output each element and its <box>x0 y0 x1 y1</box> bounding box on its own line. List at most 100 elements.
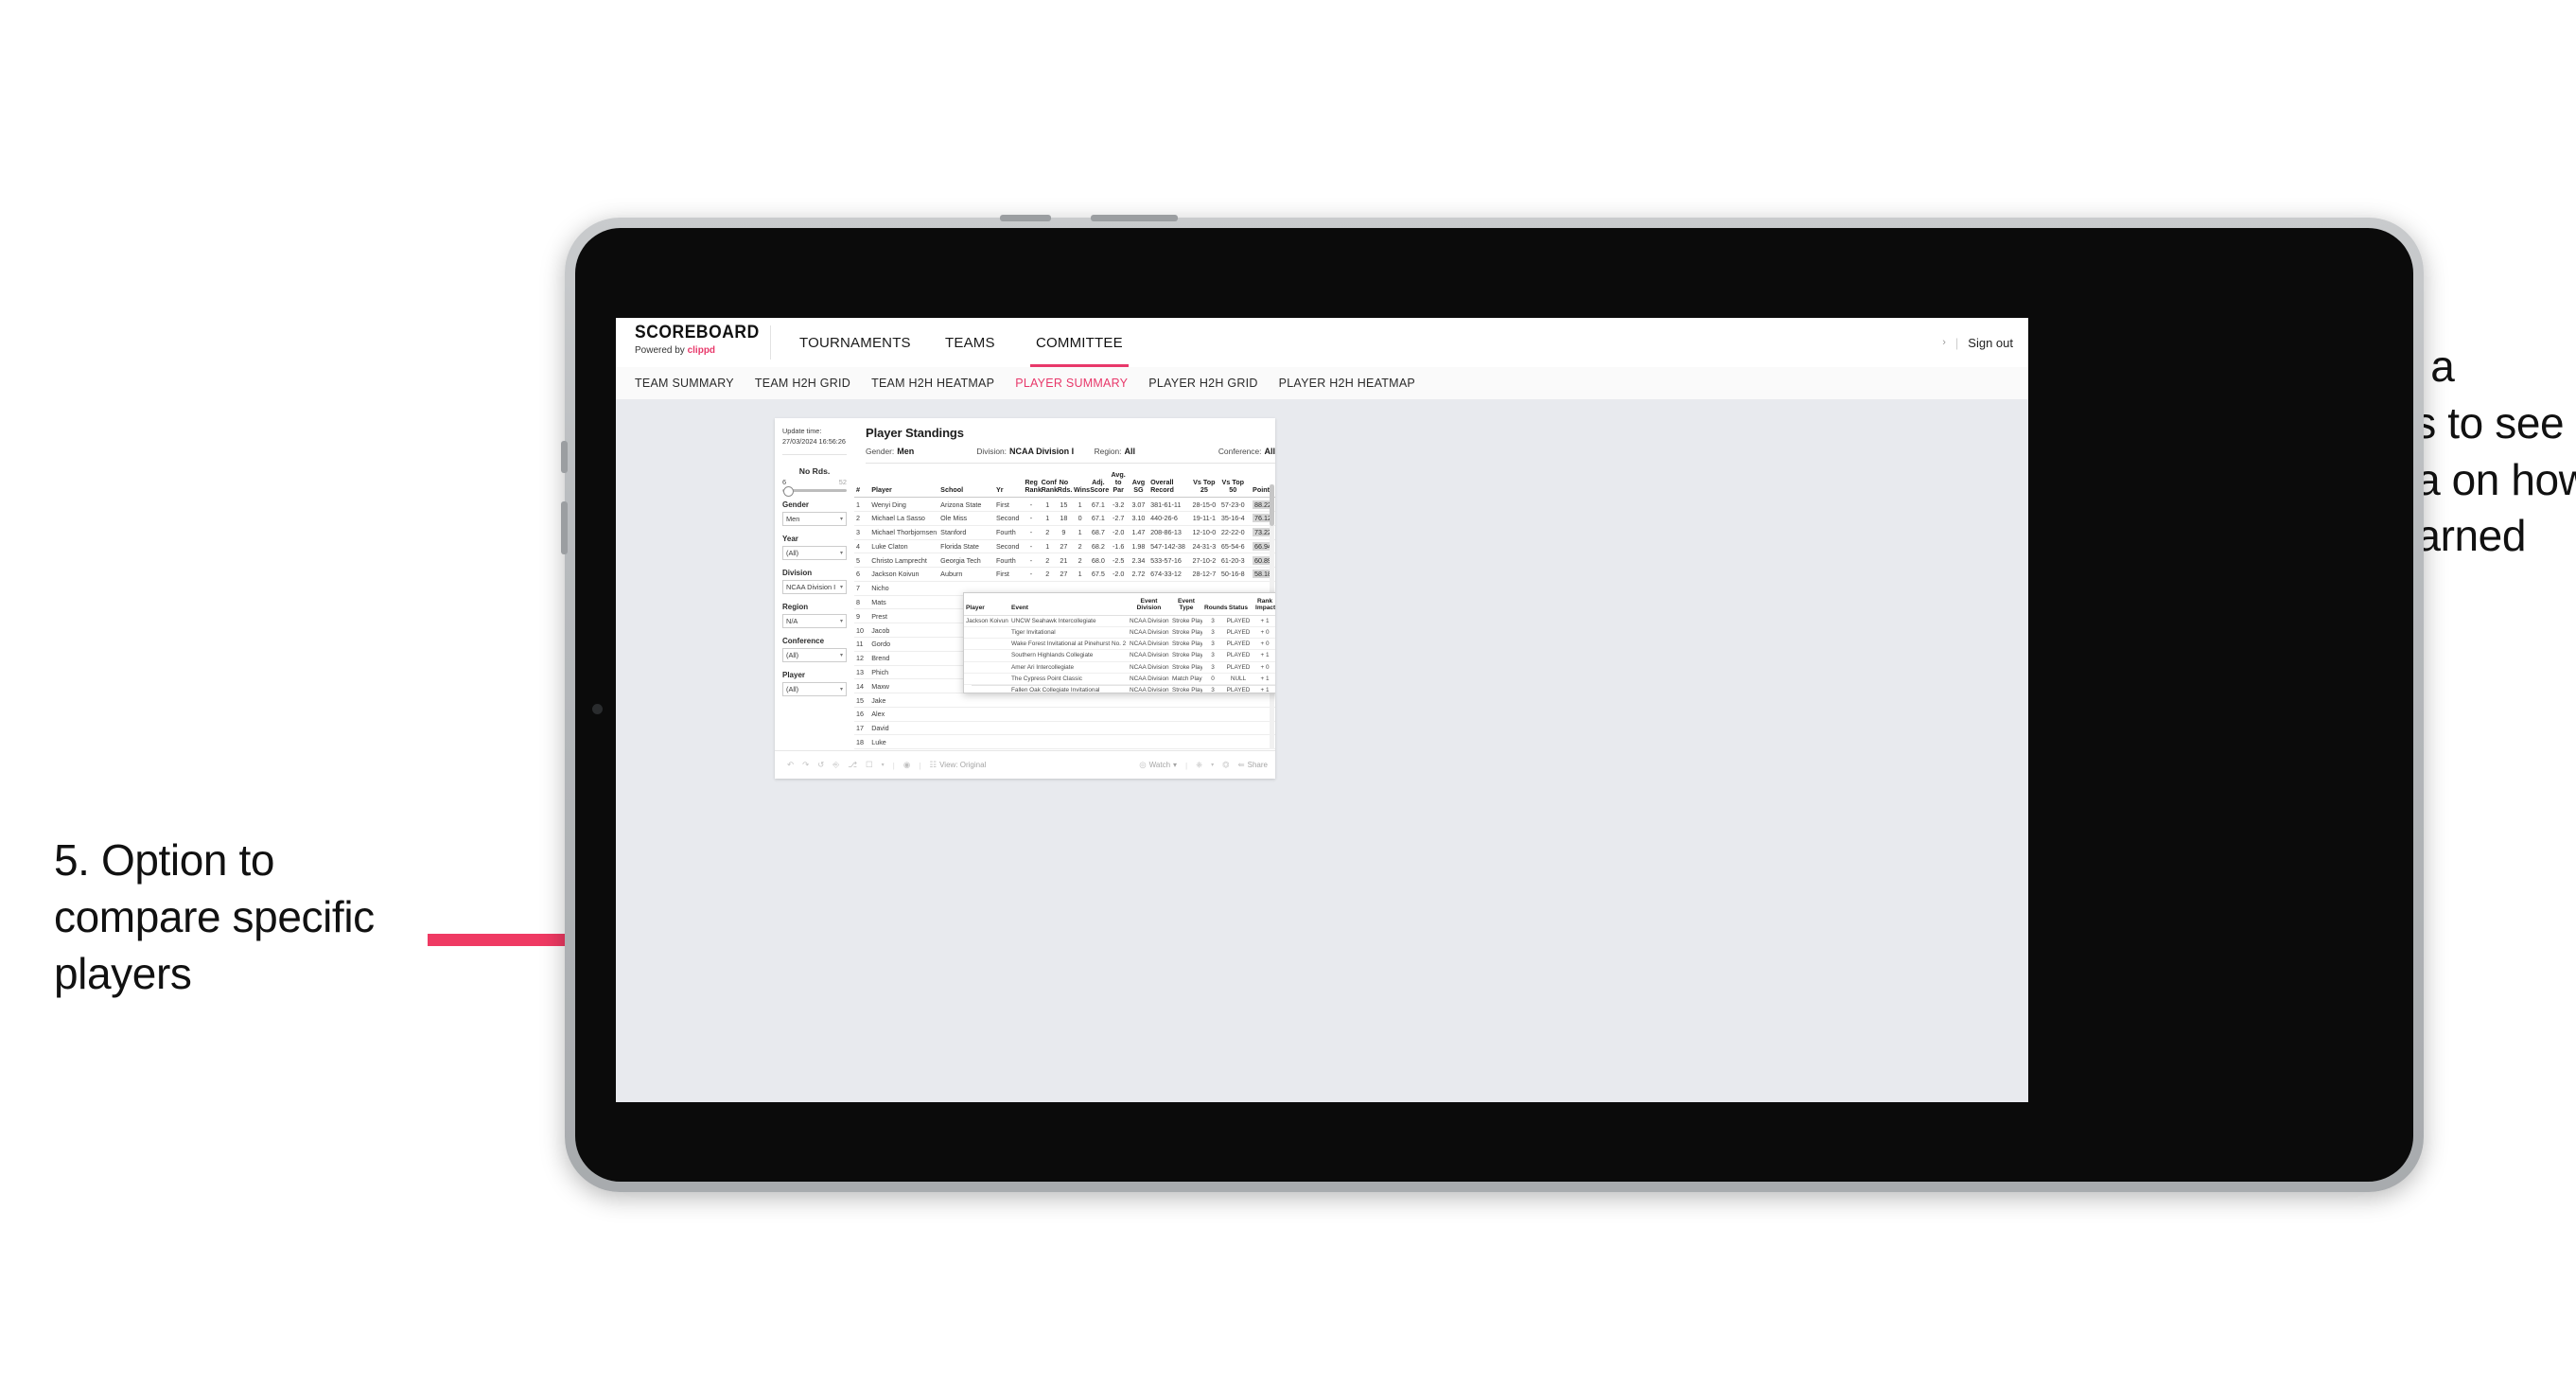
filter-conference-select[interactable]: (All) ▾ <box>782 648 847 663</box>
front-camera <box>592 704 603 714</box>
col-header-11[interactable]: Overall Record <box>1148 471 1190 499</box>
col-header-10[interactable]: Avg SG <box>1128 471 1149 499</box>
table-row[interactable]: 15 Jake <box>854 693 1275 708</box>
tablet-side-button-1 <box>561 441 568 473</box>
col-header-4[interactable]: Reg Rank <box>1023 471 1042 499</box>
tooltip-cell-rounds: 3 <box>1202 684 1223 693</box>
nav-tab-committee[interactable]: COMMITTEE <box>1023 318 1136 367</box>
filter-year: Year (All) ▾ <box>782 535 847 561</box>
cell-conf <box>1039 734 1056 749</box>
tooltip-cell-division: NCAA Division I <box>1128 638 1170 650</box>
filter-year-select[interactable]: (All) ▾ <box>782 546 847 561</box>
table-row[interactable]: 16 Alex <box>854 706 1275 722</box>
subtab-team-h2h-heatmap[interactable]: TEAM H2H HEATMAP <box>871 377 994 390</box>
table-row[interactable]: 2 Michael La Sasso Ole Miss Second -1 18 0 67.1… <box>854 510 1275 526</box>
chevron-down-icon: ▾ <box>839 585 843 591</box>
app-logo[interactable]: SCOREBOARD Powered by clippd <box>635 324 760 356</box>
cell-yr <box>993 734 1024 749</box>
standings-table-wrap[interactable]: # Player School Yr Reg Rank Conf Rank No Rds. Wins… <box>854 471 1275 751</box>
revert-icon[interactable]: ↺ <box>817 760 824 770</box>
tooltip-cell-impact: + 0 <box>1253 625 1275 639</box>
watch-button[interactable]: ◎ Watch ▾ <box>1139 760 1177 770</box>
vertical-scrollbar-thumb[interactable] <box>1270 484 1274 526</box>
table-row[interactable]: 1 Wenyi Ding Arizona State First -1 15 1 67.1 -3… <box>854 497 1275 512</box>
cell-reg <box>1023 734 1040 749</box>
cell-par: -2.0 <box>1108 524 1129 540</box>
cell-reg: - <box>1023 567 1040 582</box>
chevron-right-icon[interactable]: › <box>1942 337 1946 348</box>
share-button[interactable]: ⇚ Share <box>1238 760 1268 770</box>
download-icon[interactable]: ⎈ <box>1196 760 1202 770</box>
tooltip-cell-type: Stroke Play <box>1172 617 1202 624</box>
undo-icon[interactable]: ↶ <box>787 760 794 770</box>
tablet-device-frame: SCOREBOARD Powered by clippd TOURNAMENTS… <box>561 215 2424 1192</box>
browser-viewport: SCOREBOARD Powered by clippd TOURNAMENTS… <box>616 318 2028 1102</box>
col-header-13[interactable]: Vs Top 50 <box>1218 471 1248 499</box>
cell-n: 13 <box>854 664 870 679</box>
slider-handle[interactable] <box>783 486 794 498</box>
tooltip-cell-rounds: 3 <box>1202 638 1223 650</box>
subtab-team-summary[interactable]: TEAM SUMMARY <box>635 377 734 390</box>
view-original-button[interactable]: ☷ View: Original <box>929 760 986 770</box>
table-row[interactable]: 5 Christo Lamprecht Georgia Tech Fourth -2 21… <box>854 553 1275 568</box>
subtab-player-h2h-heatmap[interactable]: PLAYER H2H HEATMAP <box>1279 377 1415 390</box>
filter-year-value: (All) <box>786 549 799 558</box>
table-row[interactable]: 18 Luke <box>854 734 1275 749</box>
table-row[interactable]: 4 Luke Claton Florida State Second -1 27 2 68.2… <box>854 538 1275 553</box>
sign-out-button[interactable]: Sign out <box>1968 336 2013 350</box>
subtab-team-h2h-grid[interactable]: TEAM H2H GRID <box>755 377 850 390</box>
chevron-down-icon: ▾ <box>839 517 843 523</box>
filter-player-select[interactable]: (All) ▾ <box>782 682 847 697</box>
tooltip-row: Southern Highlands Collegiate NCAA Divisi… <box>964 649 1275 662</box>
col-header-7[interactable]: Wins <box>1072 471 1090 499</box>
table-row[interactable]: 3 Michael Thorbjornsen Stanford Fourth -2 9 1 6… <box>854 524 1275 540</box>
toolbar-separator-2: | <box>919 760 921 770</box>
col-header-3[interactable]: Yr <box>993 471 1024 499</box>
tablet-top-button-2 <box>1091 215 1178 221</box>
cell-n: 3 <box>854 524 870 540</box>
alerts-caret-icon[interactable]: ▾ <box>882 762 885 768</box>
filter-gender-select[interactable]: Men ▾ <box>782 512 847 527</box>
col-header-2[interactable]: School <box>938 471 994 499</box>
pause-updates-icon[interactable]: ⎇ <box>848 760 857 770</box>
alerts-icon[interactable]: ☐ <box>866 760 873 770</box>
col-header-6[interactable]: No Rds. <box>1055 471 1072 499</box>
subtab-player-summary[interactable]: PLAYER SUMMARY <box>1015 377 1128 390</box>
table-row[interactable]: 6 Jackson Koivun Auburn First -2 27 1 67.5 -2.0 2… <box>854 567 1275 582</box>
cell-yr: Second <box>993 538 1024 553</box>
col-header-0[interactable]: # <box>854 471 870 499</box>
fullscreen-icon[interactable]: ⏣ <box>1222 760 1229 770</box>
col-header-9[interactable]: Avg. to Par <box>1108 471 1129 499</box>
slider-max-value: 52 <box>838 478 847 487</box>
highlighter-icon[interactable]: ◉ <box>903 760 910 770</box>
col-header-5[interactable]: Conf Rank <box>1039 471 1058 499</box>
cell-player: Michael La Sasso <box>869 510 939 526</box>
nav-tab-tournaments[interactable]: TOURNAMENTS <box>786 318 924 367</box>
col-header-12[interactable]: Vs Top 25 <box>1189 471 1219 499</box>
cell-t25: 27-10-2 <box>1189 553 1219 568</box>
subtab-player-h2h-grid[interactable]: PLAYER H2H GRID <box>1148 377 1257 390</box>
cell-player: Brend <box>869 650 939 666</box>
tooltip-row: Jackson Koivun UNCW Seahawk Intercollegia… <box>964 615 1275 626</box>
tooltip-cell-event: Wake Forest Invitational at Pinehurst No… <box>1009 638 1128 650</box>
cell-yr <box>993 706 1024 722</box>
cell-adj <box>1088 720 1109 735</box>
cell-rds <box>1055 693 1073 708</box>
annotation-compare-players: 5. Option to compare specific players <box>54 835 375 998</box>
cell-wins: 2 <box>1072 553 1089 568</box>
cell-adj: 67.5 <box>1088 567 1109 582</box>
filter-region-select[interactable]: N/A ▾ <box>782 614 847 629</box>
download-caret-icon[interactable]: ▾ <box>1211 762 1214 768</box>
subtitle-region-value: All <box>1124 447 1135 456</box>
table-row[interactable]: 17 David <box>854 720 1275 735</box>
redo-icon[interactable]: ↷ <box>802 760 809 770</box>
tooltip-cell-rounds: 3 <box>1202 625 1223 639</box>
col-header-1[interactable]: Player <box>869 471 939 499</box>
slider-track[interactable] <box>782 486 847 498</box>
cell-wins <box>1072 706 1089 722</box>
filter-division-select[interactable]: NCAA Division I ▾ <box>782 580 847 595</box>
nav-tab-teams[interactable]: TEAMS <box>932 318 1008 367</box>
cell-player: David <box>869 720 939 735</box>
col-header-8[interactable]: Adj. Score <box>1088 471 1109 499</box>
refresh-data-icon[interactable]: ⎆ <box>832 760 839 770</box>
